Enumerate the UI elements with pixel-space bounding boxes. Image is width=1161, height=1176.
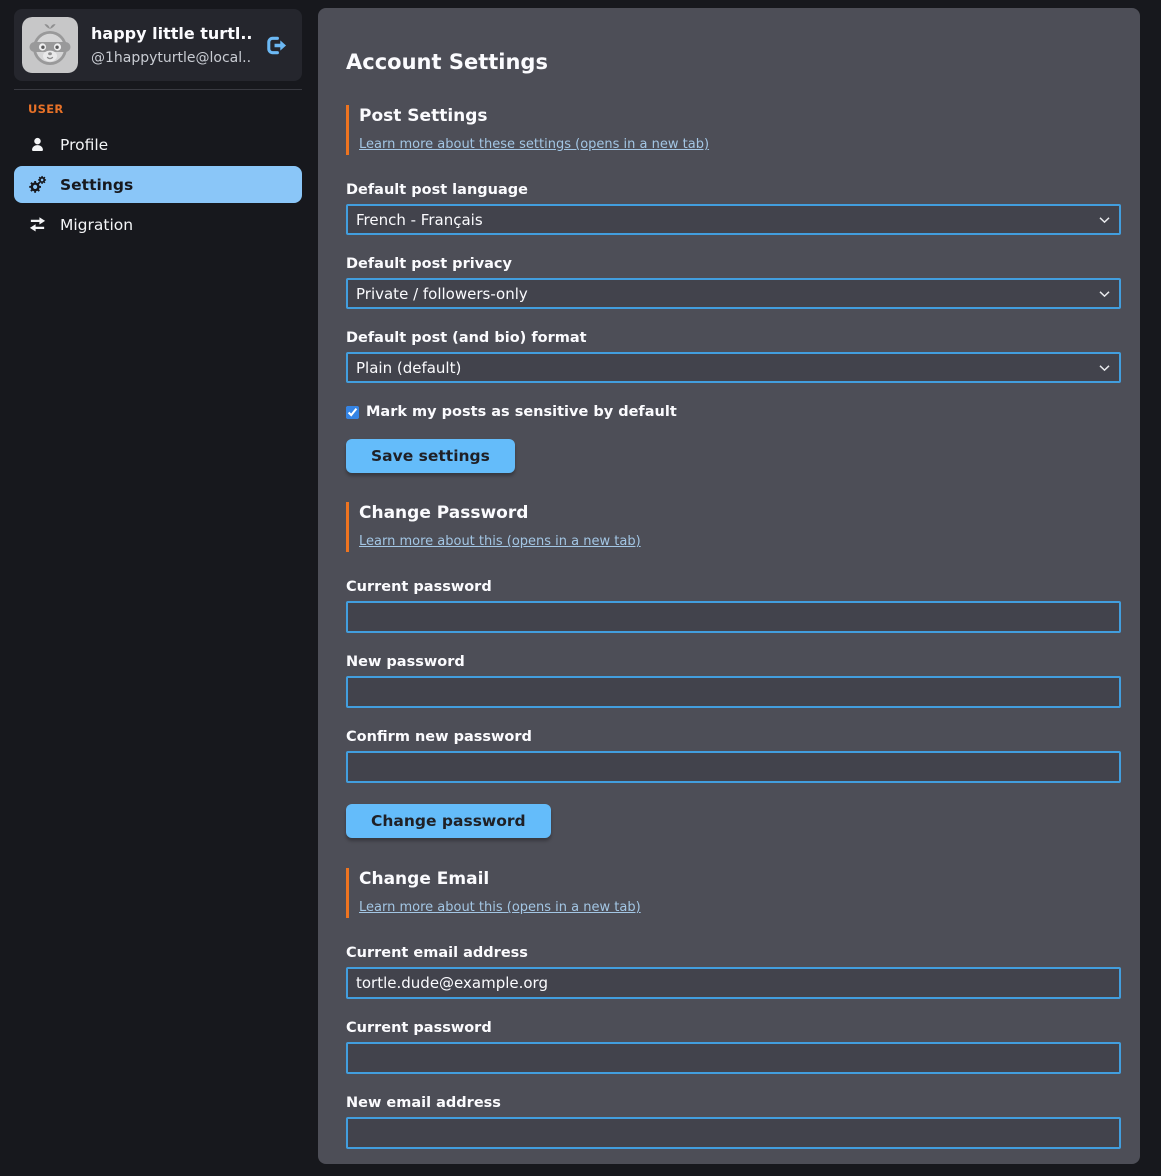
- nav-section-label: USER: [28, 102, 302, 116]
- post-settings-heading: Post Settings: [359, 106, 1121, 126]
- new-email-input[interactable]: [346, 1117, 1121, 1149]
- current-email-input[interactable]: [346, 967, 1121, 999]
- sidebar-item-migration[interactable]: Migration: [14, 206, 302, 243]
- default-post-language-select[interactable]: French - Français: [346, 204, 1121, 235]
- confirm-new-password-input[interactable]: [346, 751, 1121, 783]
- post-settings-learn-more-link[interactable]: Learn more about these settings (opens i…: [359, 137, 709, 152]
- sidebar-item-label: Settings: [60, 176, 133, 194]
- current-email-label: Current email address: [346, 945, 1121, 961]
- default-post-privacy-select[interactable]: Private / followers-only: [346, 278, 1121, 309]
- sidebar-item-profile[interactable]: Profile: [14, 126, 302, 163]
- new-password-field: New password: [346, 654, 1121, 708]
- change-email-learn-more-link[interactable]: Learn more about this (opens in a new ta…: [359, 900, 641, 915]
- sidebar: happy little turtl... @1happyturtle@loca…: [14, 9, 302, 246]
- current-password-field: Current password: [346, 579, 1121, 633]
- sidebar-item-label: Migration: [60, 216, 133, 234]
- transfer-arrows-icon: [28, 215, 47, 234]
- sidebar-item-label: Profile: [60, 136, 108, 154]
- change-password-learn-more-link[interactable]: Learn more about this (opens in a new ta…: [359, 534, 641, 549]
- email-current-password-field: Current password: [346, 1020, 1121, 1074]
- default-post-privacy-label: Default post privacy: [346, 256, 1121, 272]
- save-settings-button[interactable]: Save settings: [346, 439, 515, 473]
- email-current-password-label: Current password: [346, 1020, 1121, 1036]
- current-password-input[interactable]: [346, 601, 1121, 633]
- new-email-label: New email address: [346, 1095, 1121, 1111]
- avatar: [22, 17, 78, 73]
- default-post-language-label: Default post language: [346, 182, 1121, 198]
- account-settings-panel: Account Settings Post Settings Learn mor…: [318, 8, 1140, 1164]
- confirm-new-password-label: Confirm new password: [346, 729, 1121, 745]
- sensitive-default-row: Mark my posts as sensitive by default: [346, 404, 1121, 420]
- gears-icon: [28, 175, 47, 194]
- logout-button[interactable]: [264, 34, 287, 57]
- sidebar-item-settings[interactable]: Settings: [14, 166, 302, 203]
- change-email-heading: Change Email: [359, 869, 1121, 889]
- sensitive-default-label: Mark my posts as sensitive by default: [366, 404, 677, 420]
- user-info: happy little turtl... @1happyturtle@loca…: [91, 24, 251, 66]
- change-password-header: Change Password Learn more about this (o…: [346, 502, 1121, 552]
- post-settings-header: Post Settings Learn more about these set…: [346, 105, 1121, 155]
- default-post-format-field: Default post (and bio) format Plain (def…: [346, 330, 1121, 383]
- default-post-language-field: Default post language French - Français: [346, 182, 1121, 235]
- email-current-password-input[interactable]: [346, 1042, 1121, 1074]
- new-password-input[interactable]: [346, 676, 1121, 708]
- default-post-format-label: Default post (and bio) format: [346, 330, 1121, 346]
- confirm-new-password-field: Confirm new password: [346, 729, 1121, 783]
- change-email-header: Change Email Learn more about this (open…: [346, 868, 1121, 918]
- user-card: happy little turtl... @1happyturtle@loca…: [14, 9, 302, 81]
- sensitive-default-checkbox[interactable]: [346, 406, 359, 419]
- change-password-heading: Change Password: [359, 503, 1121, 523]
- logout-icon: [264, 34, 287, 57]
- default-post-format-select[interactable]: Plain (default): [346, 352, 1121, 383]
- new-password-label: New password: [346, 654, 1121, 670]
- user-handle: @1happyturtle@local...: [91, 50, 251, 66]
- user-icon: [28, 135, 47, 154]
- current-email-field: Current email address: [346, 945, 1121, 999]
- user-display-name: happy little turtl...: [91, 24, 251, 43]
- change-password-button[interactable]: Change password: [346, 804, 551, 838]
- default-post-privacy-field: Default post privacy Private / followers…: [346, 256, 1121, 309]
- sidebar-divider: [14, 89, 302, 90]
- new-email-field: New email address: [346, 1095, 1121, 1149]
- current-password-label: Current password: [346, 579, 1121, 595]
- page-title: Account Settings: [346, 50, 1121, 74]
